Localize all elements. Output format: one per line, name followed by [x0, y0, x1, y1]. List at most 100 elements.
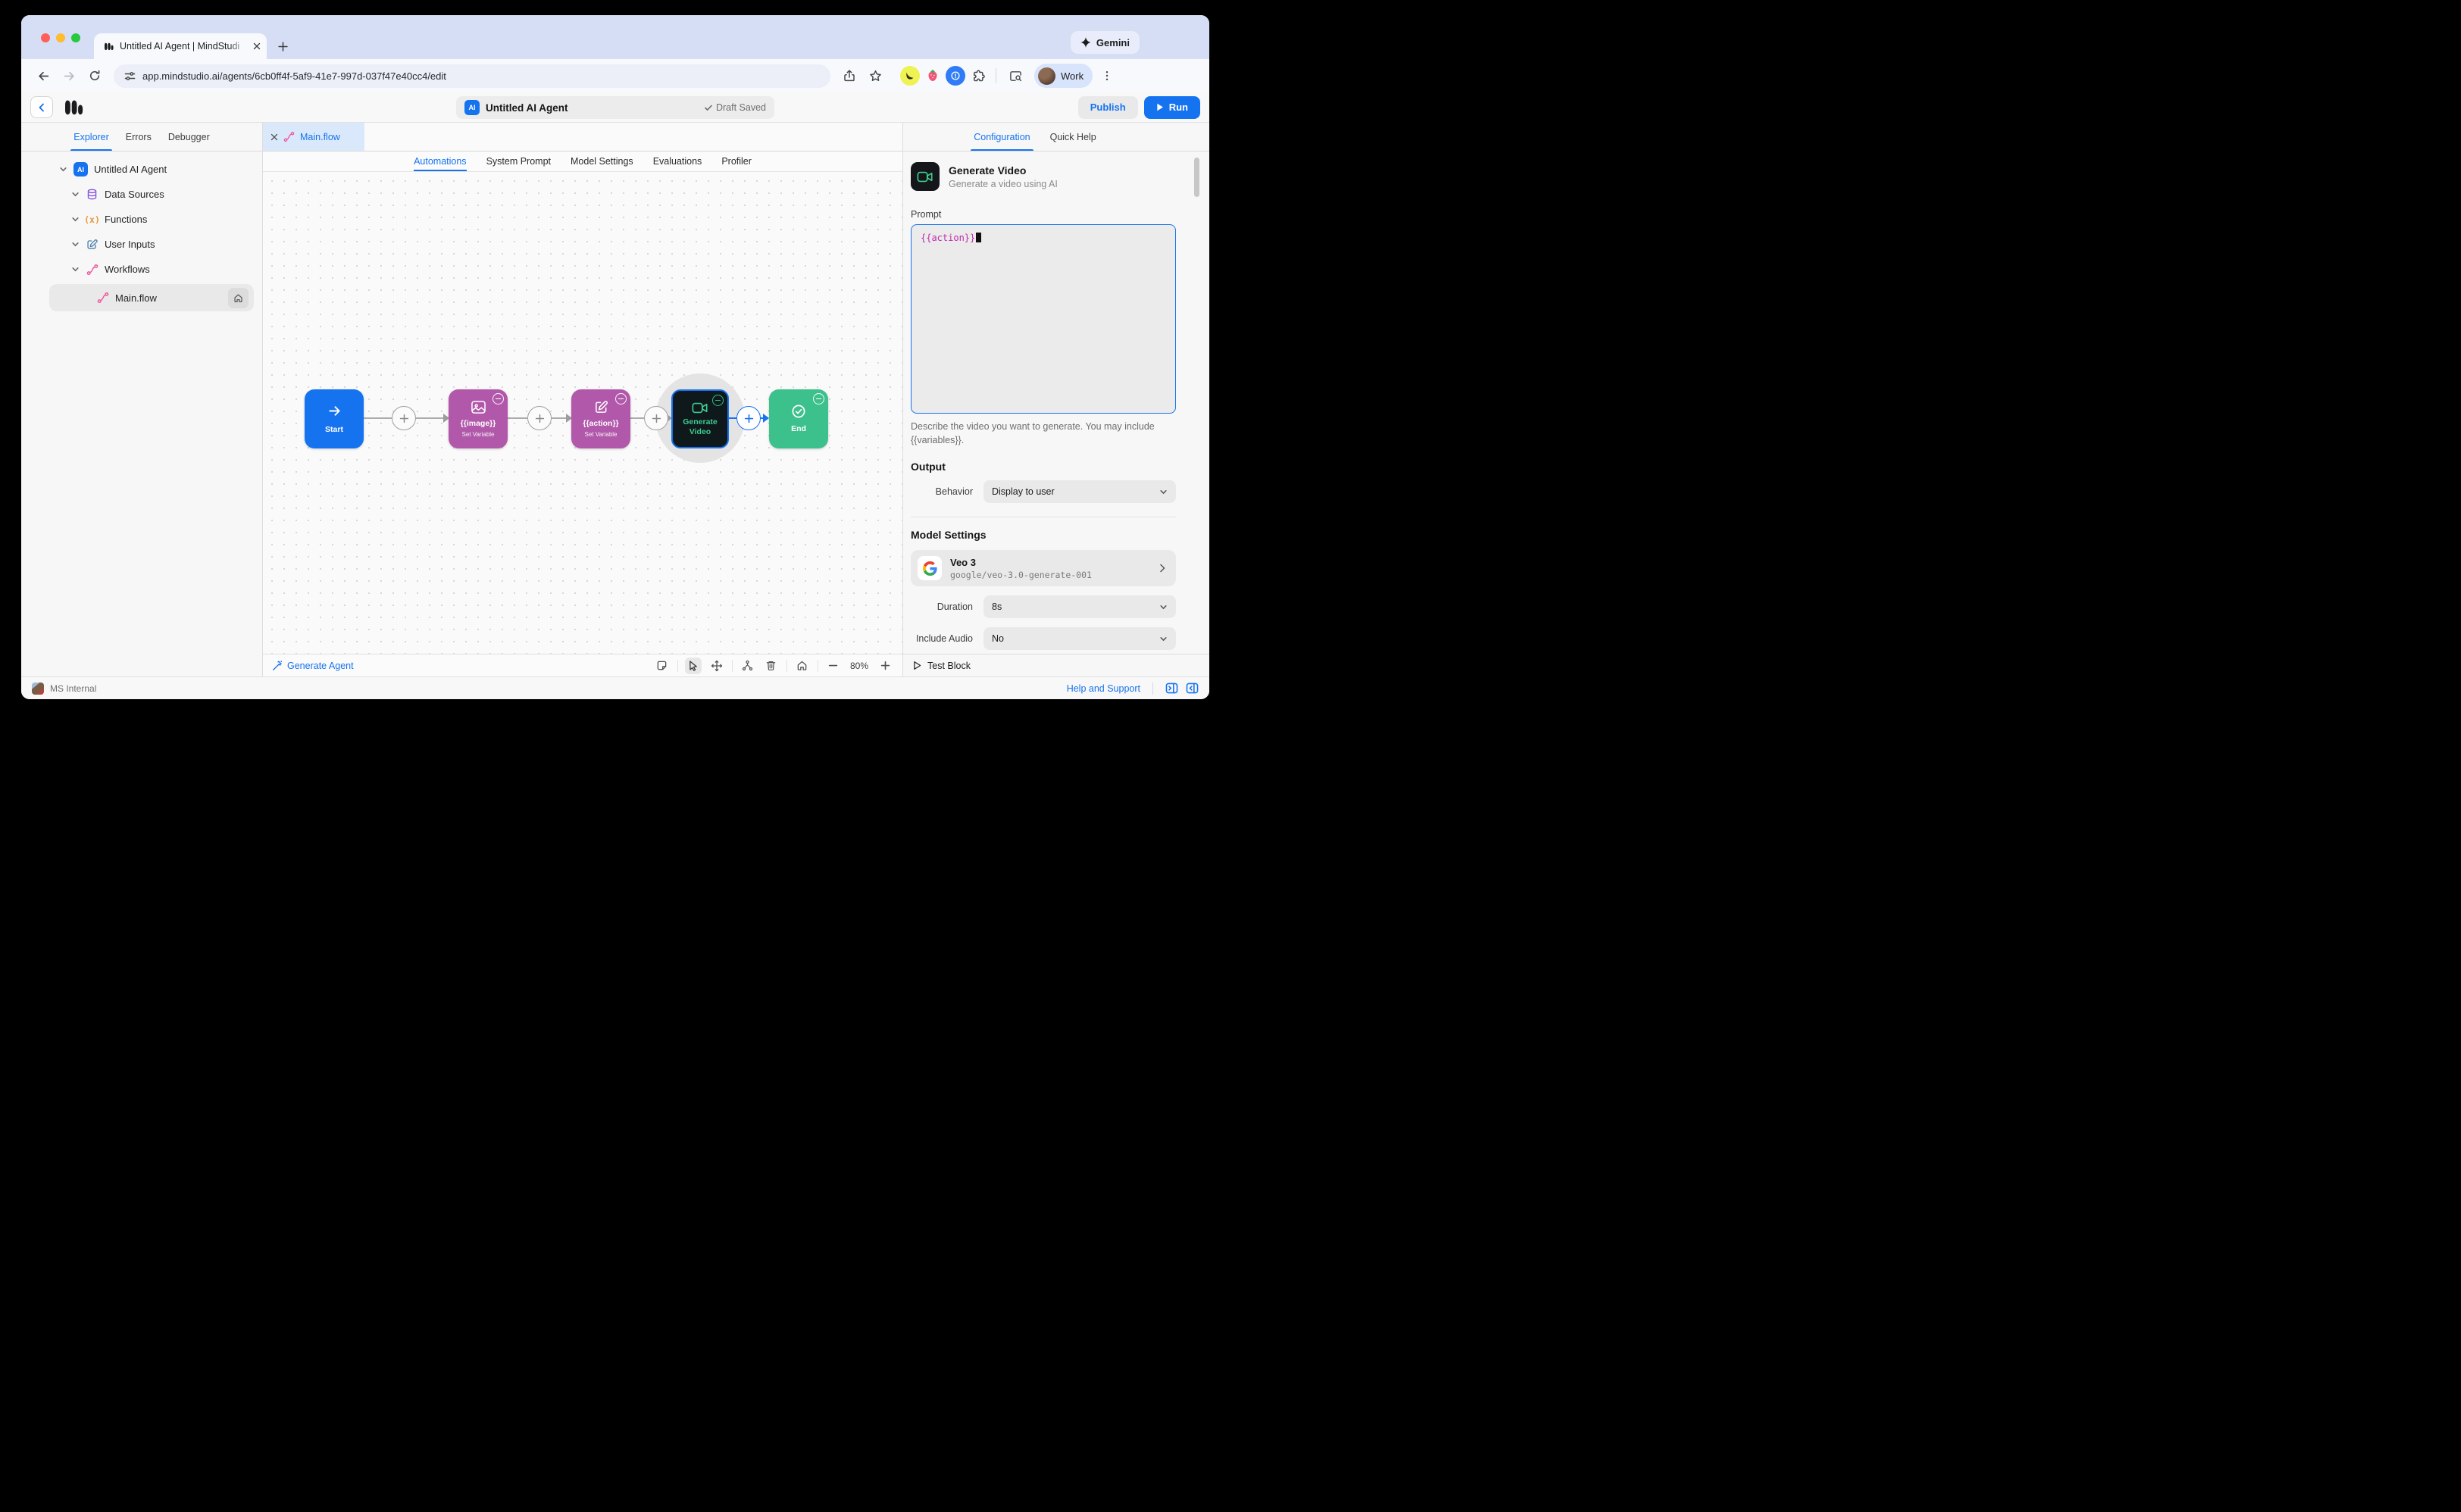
- workflow-graph[interactable]: Start {{image}} Set Variable {{action}} …: [263, 172, 902, 654]
- collapse-node-icon[interactable]: [493, 393, 504, 405]
- home-button[interactable]: [228, 287, 249, 308]
- tab-explorer[interactable]: Explorer: [70, 123, 112, 151]
- zoom-in-button[interactable]: [877, 658, 893, 674]
- tab-automations[interactable]: Automations: [414, 152, 467, 171]
- tab-evaluations[interactable]: Evaluations: [653, 152, 702, 171]
- duration-select[interactable]: 8s: [983, 595, 1176, 619]
- browser-window: Untitled AI Agent | MindStudi Gemini app…: [21, 15, 1209, 699]
- extensions-puzzle-icon[interactable]: [968, 66, 988, 86]
- statusbar-divider: [1152, 682, 1153, 695]
- add-note-tool[interactable]: [654, 658, 671, 674]
- publish-button[interactable]: Publish: [1077, 95, 1138, 119]
- node-set-variable-action[interactable]: {{action}} Set Variable: [571, 389, 630, 448]
- help-and-support-link[interactable]: Help and Support: [1067, 683, 1140, 694]
- prompt-input[interactable]: {{action}}: [911, 224, 1176, 414]
- model-name: Veo 3: [950, 556, 976, 568]
- tab-profiler[interactable]: Profiler: [721, 152, 752, 171]
- model-selector[interactable]: Veo 3 google/veo-3.0-generate-001: [911, 550, 1176, 587]
- run-button[interactable]: Run: [1143, 95, 1200, 119]
- node-generate-video[interactable]: Generate Video: [671, 389, 729, 448]
- extension-1password-icon[interactable]: [946, 66, 965, 86]
- tree-item-label: Untitled AI Agent: [94, 164, 167, 175]
- close-tab-icon[interactable]: [253, 42, 261, 50]
- prompt-label: Prompt: [911, 209, 942, 220]
- tree-item-label: User Inputs: [105, 239, 155, 250]
- generate-agent-button[interactable]: Generate Agent: [272, 661, 354, 671]
- tree-item-user-inputs[interactable]: User Inputs: [21, 232, 262, 257]
- collapse-node-icon[interactable]: [813, 393, 824, 405]
- app-back-button[interactable]: [30, 96, 53, 118]
- tree-item-agent-root[interactable]: AI Untitled AI Agent: [21, 157, 262, 182]
- tree-item-workflows[interactable]: Workflows: [21, 257, 262, 282]
- extension-strawberry-icon[interactable]: [923, 66, 943, 86]
- tab-errors[interactable]: Errors: [126, 123, 152, 151]
- auto-layout-tool[interactable]: [740, 658, 756, 674]
- add-block-button-active[interactable]: [736, 406, 761, 430]
- test-block-button[interactable]: Test Block: [903, 654, 1209, 676]
- file-tab-main-flow[interactable]: Main.flow: [263, 123, 364, 151]
- include-audio-select[interactable]: No: [983, 627, 1176, 651]
- fit-home-tool[interactable]: [794, 658, 811, 674]
- chevron-down-icon[interactable]: [71, 265, 80, 273]
- collapse-node-icon[interactable]: [615, 393, 627, 405]
- chevron-down-icon[interactable]: [59, 165, 67, 173]
- browser-tab[interactable]: Untitled AI Agent | MindStudi: [94, 33, 267, 59]
- address-bar[interactable]: app.mindstudio.ai/agents/6cb0ff4f-5af9-4…: [114, 64, 830, 88]
- tree-item-functions[interactable]: (x) Functions: [21, 207, 262, 232]
- tab-model-settings[interactable]: Model Settings: [571, 152, 633, 171]
- tab-configuration[interactable]: Configuration: [971, 123, 1033, 151]
- panel-scrollbar[interactable]: [1194, 158, 1199, 197]
- tab-quick-help[interactable]: Quick Help: [1050, 123, 1096, 151]
- arrow-right-icon: [328, 406, 340, 416]
- site-settings-icon[interactable]: [124, 70, 136, 82]
- chevron-down-icon[interactable]: [71, 190, 80, 198]
- node-set-variable-image[interactable]: {{image}} Set Variable: [449, 389, 508, 448]
- workspace-avatar[interactable]: [32, 682, 44, 695]
- add-block-button[interactable]: [527, 406, 552, 430]
- tree-item-data-sources[interactable]: Data Sources: [21, 182, 262, 207]
- chevron-down-icon[interactable]: [71, 240, 80, 248]
- node-start[interactable]: Start: [305, 389, 364, 448]
- tree-item-main-flow[interactable]: Main.flow: [49, 284, 254, 311]
- close-tab-icon[interactable]: [270, 133, 278, 141]
- add-block-button[interactable]: [392, 406, 416, 430]
- edge-selected: [729, 417, 736, 419]
- browser-menu-icon[interactable]: [1096, 64, 1118, 87]
- browser-profile-button[interactable]: Work: [1034, 64, 1093, 88]
- forward-button[interactable]: [58, 64, 80, 87]
- agent-title-bar[interactable]: AI Untitled AI Agent Draft Saved: [456, 96, 774, 119]
- mindstudio-logo[interactable]: [62, 99, 85, 116]
- minimize-window-button[interactable]: [56, 33, 65, 42]
- behavior-label: Behavior: [935, 486, 973, 498]
- toggle-panel-right-icon[interactable]: [1165, 683, 1178, 694]
- workflow-icon: [86, 264, 99, 276]
- tab-debugger[interactable]: Debugger: [168, 123, 210, 151]
- select-tool[interactable]: [684, 657, 702, 674]
- reload-button[interactable]: [83, 64, 106, 87]
- zoom-out-button[interactable]: [825, 658, 842, 674]
- pan-tool[interactable]: [708, 658, 725, 674]
- maximize-window-button[interactable]: [71, 33, 80, 42]
- toggle-panel-left-icon[interactable]: [1186, 683, 1199, 694]
- new-tab-button[interactable]: [271, 35, 294, 58]
- browser-tab-strip: Untitled AI Agent | MindStudi Gemini: [21, 15, 1209, 59]
- gemini-button[interactable]: Gemini: [1070, 31, 1140, 54]
- add-block-button[interactable]: [644, 406, 668, 430]
- behavior-select[interactable]: Display to user: [983, 480, 1176, 504]
- include-audio-label: Include Audio: [915, 633, 973, 645]
- close-window-button[interactable]: [41, 33, 50, 42]
- collapse-node-icon[interactable]: [712, 395, 724, 406]
- zoom-level[interactable]: 80%: [849, 661, 870, 671]
- node-type-label: Set Variable: [584, 430, 618, 438]
- tab-search-icon[interactable]: [1004, 64, 1027, 87]
- delete-tool[interactable]: [763, 658, 780, 674]
- back-button[interactable]: [32, 64, 55, 87]
- bookmark-star-icon[interactable]: [864, 64, 887, 87]
- node-end[interactable]: End: [769, 389, 828, 448]
- pencil-icon: [86, 239, 99, 250]
- tab-system-prompt[interactable]: System Prompt: [486, 152, 551, 171]
- chevron-down-icon[interactable]: [71, 215, 80, 223]
- extension-banana-icon[interactable]: [900, 66, 920, 86]
- share-icon[interactable]: [838, 64, 861, 87]
- macos-window-controls[interactable]: [21, 25, 94, 51]
